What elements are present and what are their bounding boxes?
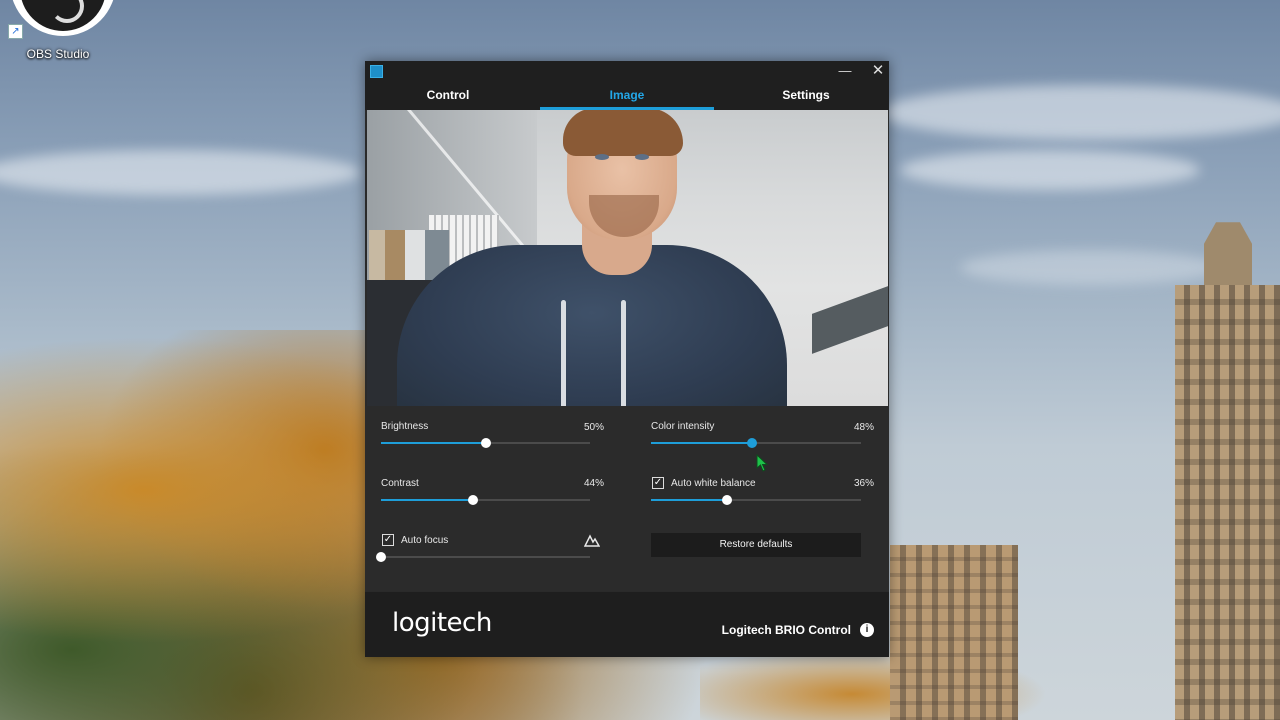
- cloud: [0, 150, 360, 195]
- cloud: [880, 85, 1280, 140]
- cloud: [960, 250, 1220, 285]
- tower-building: [1175, 285, 1280, 720]
- brightness-value: 50%: [583, 422, 604, 433]
- auto-focus-label: Auto focus: [401, 535, 449, 546]
- auto-white-balance-checkbox[interactable]: ✓: [652, 477, 664, 489]
- tab-image[interactable]: Image: [540, 83, 714, 110]
- contrast-label: Contrast: [381, 478, 419, 489]
- restore-defaults-button[interactable]: Restore defaults: [651, 533, 861, 557]
- desktop-icon-label: OBS Studio: [26, 47, 90, 61]
- mouse-cursor-icon: [756, 454, 769, 472]
- color-intensity-slider-fill: [651, 442, 752, 444]
- color-intensity-label: Color intensity: [651, 421, 715, 432]
- tab-control[interactable]: Control: [365, 83, 531, 110]
- white-balance-slider-fill: [651, 499, 727, 501]
- close-button[interactable]: ✕: [865, 61, 891, 83]
- preview-wall-shelf: [812, 286, 888, 354]
- contrast-value: 44%: [583, 478, 604, 489]
- preview-hoodie-string: [561, 300, 566, 406]
- focus-mountain-icon[interactable]: [584, 532, 600, 548]
- tab-bar: Control Image Settings: [365, 83, 889, 110]
- preview-hoodie-string: [621, 300, 626, 406]
- tab-settings[interactable]: Settings: [723, 83, 889, 110]
- logitech-brio-control-window: — ✕ Control Image Settings Brightness 50…: [365, 61, 889, 657]
- image-controls-panel: Brightness 50% Contrast 44% ✓ Auto focus…: [365, 406, 889, 591]
- white-balance-value: 36%: [853, 478, 874, 489]
- auto-focus-checkbox[interactable]: ✓: [382, 534, 394, 546]
- info-icon[interactable]: i: [860, 623, 874, 637]
- minimize-button[interactable]: —: [832, 61, 858, 83]
- brightness-slider[interactable]: [381, 438, 590, 448]
- preview-person-hoodie: [397, 245, 787, 406]
- logitech-logo: logitech: [392, 608, 492, 638]
- brightness-slider-fill: [381, 442, 486, 444]
- preview-person-eye: [635, 154, 649, 160]
- focus-slider[interactable]: [376, 552, 590, 562]
- color-intensity-slider[interactable]: [651, 438, 861, 448]
- title-bar[interactable]: — ✕: [365, 61, 889, 83]
- logitech-app-icon: [370, 65, 383, 78]
- focus-slider-handle[interactable]: [376, 552, 386, 562]
- desktop-icon-obs-studio[interactable]: ↗ OBS Studio: [8, 0, 118, 64]
- brightness-label: Brightness: [381, 421, 429, 432]
- building: [890, 545, 1018, 720]
- white-balance-slider-handle[interactable]: [721, 495, 732, 505]
- contrast-slider[interactable]: [381, 495, 590, 505]
- preview-person-hair: [563, 110, 683, 156]
- cloud: [900, 150, 1200, 190]
- auto-white-balance-label: Auto white balance: [671, 478, 756, 489]
- preview-person-eye: [595, 154, 609, 160]
- shortcut-arrow-icon: ↗: [8, 24, 23, 39]
- contrast-slider-fill: [381, 499, 473, 501]
- camera-preview: [367, 110, 888, 406]
- brightness-slider-handle[interactable]: [480, 438, 491, 448]
- color-intensity-slider-handle[interactable]: [746, 438, 757, 448]
- product-name: Logitech BRIO Control: [721, 623, 851, 637]
- contrast-slider-handle[interactable]: [467, 495, 478, 505]
- white-balance-slider[interactable]: [651, 495, 861, 505]
- color-intensity-value: 48%: [853, 422, 874, 433]
- obs-studio-icon: [10, 0, 116, 36]
- footer: logitech Logitech BRIO Control i: [365, 592, 889, 657]
